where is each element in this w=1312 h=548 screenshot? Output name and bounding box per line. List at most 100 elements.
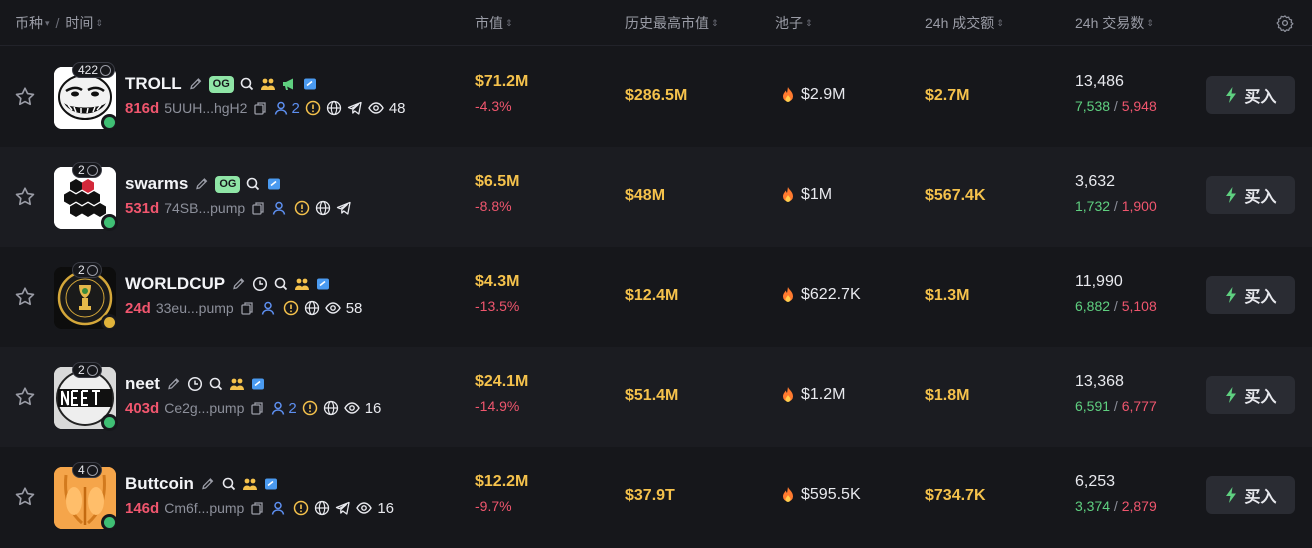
watchers-count: 48 <box>388 99 406 117</box>
telegram-icon[interactable] <box>347 100 363 116</box>
holders[interactable] <box>260 300 278 316</box>
warning-icon[interactable] <box>293 500 309 516</box>
txs-24h: 13,368 <box>1075 373 1124 390</box>
header-mcap[interactable]: 市值 ⇕ <box>475 0 513 46</box>
token-name[interactable]: TROLL <box>125 74 182 94</box>
contract-address[interactable]: Cm6f...pump <box>164 500 244 516</box>
token-name[interactable]: swarms <box>125 174 188 194</box>
verified-tag-icon <box>264 478 277 490</box>
holders[interactable] <box>270 500 288 516</box>
market-cap: $6.5M <box>475 173 520 190</box>
globe-icon[interactable] <box>326 100 342 116</box>
pool-liquidity: $622.7K <box>781 286 861 304</box>
buy-sell-split: 3,374 / 2,879 <box>1075 498 1157 514</box>
globe-icon[interactable] <box>304 300 320 316</box>
buy-label: 买入 <box>1244 189 1277 206</box>
sort-icon[interactable]: ⇕ <box>996 18 1004 29</box>
table-row[interactable]: 2 swarms OG 531d 74SB...pump $6.5M -8.8%… <box>0 147 1312 247</box>
contract-address[interactable]: Ce2g...pump <box>164 400 244 416</box>
header-volume-label[interactable]: 24h 成交额 <box>925 13 994 33</box>
header-ath-label[interactable]: 历史最高市值 <box>625 13 709 33</box>
table-row[interactable]: 2 WORLDCUP 24d 33eu...pump 58 $4.3M -13.… <box>0 247 1312 347</box>
ath-market-cap: $12.4M <box>625 287 679 304</box>
search-icon[interactable] <box>273 276 289 292</box>
globe-icon[interactable] <box>314 500 330 516</box>
header-txs-label[interactable]: 24h 交易数 <box>1075 13 1144 33</box>
market-cap-change: -14.9% <box>475 398 520 414</box>
header-pool[interactable]: 池子 ⇕ <box>775 0 813 46</box>
token-name[interactable]: WORLDCUP <box>125 274 225 294</box>
pool-liquidity: $2.9M <box>781 86 845 104</box>
search-icon[interactable] <box>208 376 224 392</box>
holders[interactable]: 2 <box>270 400 297 417</box>
holders[interactable] <box>271 200 289 216</box>
favorite-star-icon[interactable] <box>13 385 37 409</box>
header-volume[interactable]: 24h 成交额 ⇕ <box>925 0 1004 46</box>
contract-address[interactable]: 74SB...pump <box>164 200 245 216</box>
market-cap-change: -4.3% <box>475 98 512 114</box>
watchers-count: 58 <box>345 299 363 317</box>
contract-address[interactable]: 33eu...pump <box>156 300 234 316</box>
sort-icon[interactable]: ⇕ <box>505 18 513 29</box>
buy-button[interactable]: 买入 <box>1206 76 1295 114</box>
table-row[interactable]: 2 neet 403d Ce2g...pump 2 16 $24.1M -14.… <box>0 347 1312 447</box>
sell-count: 5,948 <box>1121 98 1157 114</box>
edit-icon[interactable] <box>231 276 247 292</box>
edit-icon[interactable] <box>166 376 182 392</box>
buy-button[interactable]: 买入 <box>1206 376 1295 414</box>
header-pool-label[interactable]: 池子 <box>775 13 803 33</box>
og-badge: OG <box>208 75 234 93</box>
avatar-count-badge: 2 <box>72 162 102 178</box>
gear-icon[interactable] <box>1276 14 1294 32</box>
dropdown-icon[interactable]: ▾ <box>45 18 50 29</box>
sort-icon[interactable]: ⇕ <box>805 18 813 29</box>
search-icon[interactable] <box>245 176 261 192</box>
eye-icon <box>367 102 384 114</box>
edit-icon[interactable] <box>194 176 210 192</box>
copy-icon[interactable] <box>249 400 265 416</box>
telegram-icon[interactable] <box>335 500 351 516</box>
search-icon[interactable] <box>221 476 237 492</box>
header-token-label[interactable]: 币种 <box>15 13 43 33</box>
header-ath[interactable]: 历史最高市值 ⇕ <box>625 0 719 46</box>
search-icon[interactable] <box>239 76 255 92</box>
globe-icon[interactable] <box>323 400 339 416</box>
copy-icon[interactable] <box>239 300 255 316</box>
sell-count: 1,900 <box>1121 198 1157 214</box>
sort-icon[interactable]: ⇕ <box>95 18 103 29</box>
holders[interactable]: 2 <box>273 100 300 117</box>
favorite-star-icon[interactable] <box>13 285 37 309</box>
favorite-star-icon[interactable] <box>13 485 37 509</box>
buy-button[interactable]: 买入 <box>1206 176 1295 214</box>
warning-icon[interactable] <box>294 200 310 216</box>
token-name[interactable]: Buttcoin <box>125 474 194 494</box>
warning-icon[interactable] <box>305 100 321 116</box>
edit-icon[interactable] <box>200 476 216 492</box>
watchers-count: 16 <box>377 499 395 517</box>
globe-icon[interactable] <box>315 200 331 216</box>
favorite-star-icon[interactable] <box>13 185 37 209</box>
header-token-time[interactable]: 币种 ▾ / 时间 ⇕ <box>15 0 103 46</box>
sort-icon[interactable]: ⇕ <box>1146 18 1154 29</box>
table-row[interactable]: 4 Buttcoin 146d Cm6f...pump 16 $12.2M -9… <box>0 447 1312 547</box>
buy-label: 买入 <box>1244 389 1277 406</box>
header-txs[interactable]: 24h 交易数 ⇕ <box>1075 0 1154 46</box>
header-mcap-label[interactable]: 市值 <box>475 13 503 33</box>
copy-icon[interactable] <box>250 200 266 216</box>
header-time-label[interactable]: 时间 <box>65 13 93 33</box>
sort-icon[interactable]: ⇕ <box>711 18 719 29</box>
txs-24h: 3,632 <box>1075 173 1116 190</box>
telegram-icon[interactable] <box>336 200 352 216</box>
table-row[interactable]: 422 TROLL OG 816d 5UUH...hgH2 2 48 $71.2… <box>0 47 1312 147</box>
warning-icon[interactable] <box>283 300 299 316</box>
favorite-star-icon[interactable] <box>13 85 37 109</box>
buy-button[interactable]: 买入 <box>1206 476 1295 514</box>
contract-address[interactable]: 5UUH...hgH2 <box>164 100 247 116</box>
buy-button[interactable]: 买入 <box>1206 276 1295 314</box>
edit-icon[interactable] <box>188 76 204 92</box>
token-name[interactable]: neet <box>125 374 160 394</box>
copy-icon[interactable] <box>249 500 265 516</box>
copy-icon[interactable] <box>252 100 268 116</box>
pool-liquidity: $1M <box>781 186 832 204</box>
warning-icon[interactable] <box>302 400 318 416</box>
